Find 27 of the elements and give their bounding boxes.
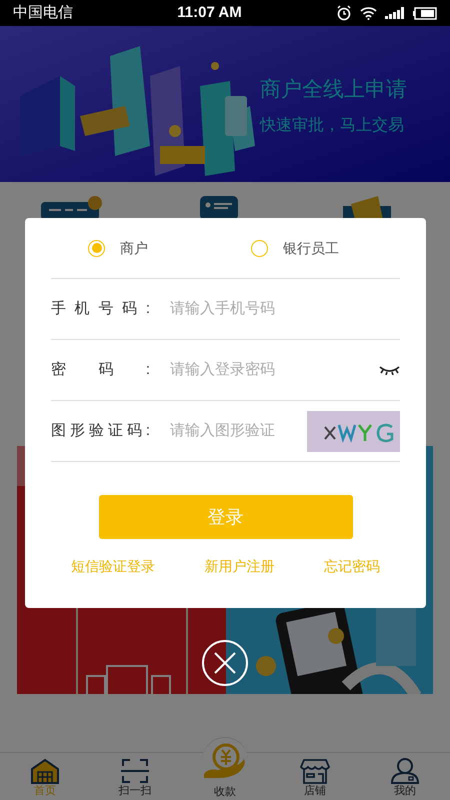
eye-closed-icon[interactable] <box>379 365 400 375</box>
banner-subtitle: 快速审批，马上交易 <box>260 116 405 136</box>
role-radio[interactable]: 商户 <box>88 238 148 258</box>
field-label: 密码: <box>51 360 153 380</box>
house-icon <box>30 758 60 784</box>
signal-icon <box>385 7 405 19</box>
shop-icon <box>300 758 330 784</box>
banner-title: 商户全线上申请 <box>260 77 407 103</box>
input-field[interactable]: 请输入图形验证 <box>170 420 307 442</box>
close-icon <box>214 652 236 674</box>
nav-tab[interactable]: 我的 <box>360 753 450 800</box>
nav-tab[interactable]: 扫一扫 <box>90 753 180 800</box>
scan-icon <box>120 758 150 784</box>
wifi-icon <box>360 6 377 20</box>
field-label: 图形验证码: <box>51 420 153 441</box>
role-radio[interactable]: 银行员工 <box>251 238 339 258</box>
input-field[interactable]: 请输入登录密码 <box>170 358 379 382</box>
input-field[interactable]: 请输入手机号码 <box>170 298 400 320</box>
alarm-icon <box>336 5 352 21</box>
person-icon <box>390 758 420 784</box>
field-label: 手机号码: <box>51 298 153 319</box>
nav-tab[interactable]: 收款 <box>180 735 270 800</box>
nav-tab[interactable]: 店铺 <box>270 753 360 800</box>
carrier-name: 中国电信 <box>13 2 74 23</box>
close-button[interactable] <box>202 640 248 686</box>
battery-icon <box>413 6 437 20</box>
clock-time: 11:07 AM <box>176 2 243 23</box>
